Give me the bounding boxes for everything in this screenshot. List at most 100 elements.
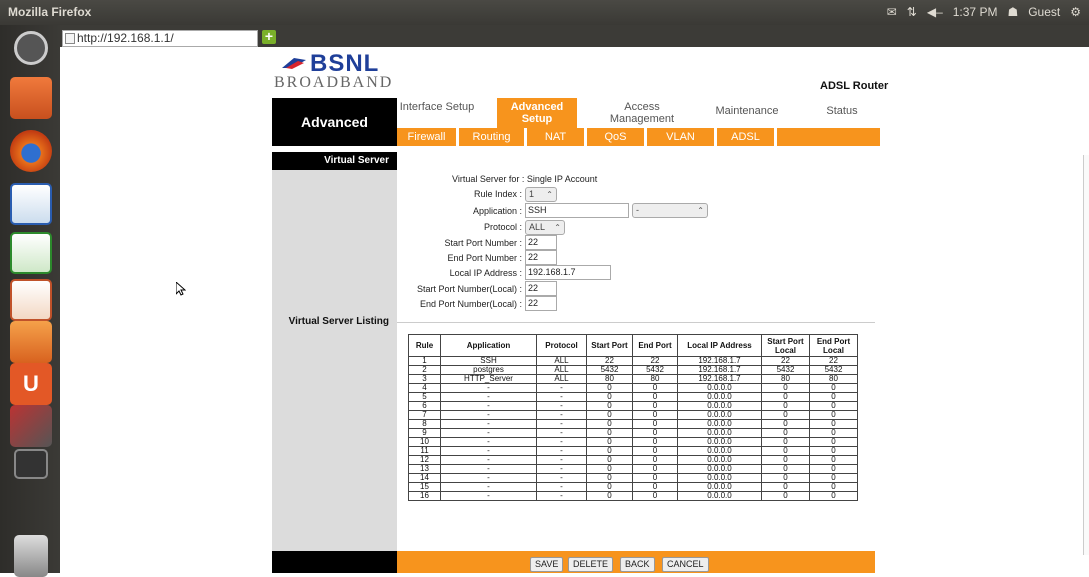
start-local-label: Start Port Number(Local) : bbox=[416, 284, 522, 294]
start-local-input[interactable]: 22 bbox=[525, 281, 557, 296]
table-row: 12- -0 0 0.0.0.0 0 0 bbox=[408, 455, 858, 465]
table-cell: - bbox=[440, 491, 537, 501]
table-row: 7- -0 0 0.0.0.0 0 0 bbox=[408, 410, 858, 420]
subtab-vlan[interactable]: VLAN bbox=[647, 128, 717, 146]
col-start-port-local: Start Port Local bbox=[761, 334, 810, 357]
col-rule: Rule bbox=[408, 334, 441, 357]
ubuntu-one-icon[interactable]: U bbox=[10, 363, 52, 405]
firefox-icon[interactable] bbox=[10, 130, 52, 172]
clock[interactable]: 1:37 PM bbox=[953, 5, 998, 19]
bsnl-swoosh-icon bbox=[282, 58, 306, 69]
col-end-port: End Port bbox=[632, 334, 678, 357]
table-cell: 16 bbox=[408, 491, 441, 501]
page-icon bbox=[65, 33, 75, 44]
workspace-switcher-icon[interactable] bbox=[14, 449, 48, 479]
application-input[interactable]: SSH bbox=[525, 203, 629, 218]
end-port-input[interactable]: 22 bbox=[525, 250, 557, 265]
tab-interface-setup[interactable]: Interface Setup bbox=[397, 98, 477, 128]
subtab-adsl[interactable]: ADSL bbox=[717, 128, 777, 146]
vs-for-row: Virtual Server for : Single IP Account bbox=[452, 174, 597, 184]
page-scrollbar[interactable] bbox=[1083, 155, 1089, 555]
protocol-select[interactable]: ALL ⌃ bbox=[525, 220, 565, 235]
sub-tabs: Firewall Routing NAT QoS VLAN ADSL bbox=[397, 128, 880, 146]
volume-icon[interactable]: ◀– bbox=[927, 5, 943, 19]
application-label: Application : bbox=[472, 206, 522, 216]
end-local-label: End Port Number(Local) : bbox=[419, 299, 522, 309]
main-tabs: Interface Setup Advanced Setup Access Ma… bbox=[397, 98, 880, 128]
browser-tab[interactable]: http://192.168.1.1/ bbox=[62, 30, 258, 47]
bsnl-logo: BSNL BROADBAND bbox=[272, 50, 402, 95]
software-center-icon[interactable] bbox=[10, 321, 52, 363]
user-name[interactable]: Guest bbox=[1028, 5, 1060, 19]
network-icon[interactable]: ⇅ bbox=[907, 5, 917, 19]
trash-icon[interactable] bbox=[14, 535, 48, 577]
tab-maintenance[interactable]: Maintenance bbox=[697, 98, 797, 128]
table-row: 4- -0 0 0.0.0.0 0 0 bbox=[408, 383, 858, 393]
calc-icon[interactable] bbox=[10, 232, 52, 274]
dash-home-icon[interactable] bbox=[14, 31, 48, 65]
virtual-server-heading: Virtual Server bbox=[272, 152, 397, 170]
back-button[interactable]: BACK bbox=[620, 557, 655, 572]
new-tab-button[interactable]: + bbox=[262, 29, 276, 44]
brand-bottom: BROADBAND bbox=[274, 74, 394, 91]
save-button[interactable]: SAVE bbox=[530, 557, 564, 572]
subtab-nat[interactable]: NAT bbox=[527, 128, 587, 146]
section-divider bbox=[397, 322, 875, 323]
section-title: Advanced bbox=[272, 98, 397, 146]
col-start-port: Start Port bbox=[586, 334, 633, 357]
table-row: 3 HTTP_Server ALL 80 80 192.168.1.7 80 80 bbox=[408, 374, 858, 384]
end-port-label: End Port Number : bbox=[447, 253, 522, 263]
table-row: 15- -0 0 0.0.0.0 0 0 bbox=[408, 482, 858, 492]
vs-for-label: Virtual Server for : bbox=[452, 174, 525, 184]
end-local-input[interactable]: 22 bbox=[525, 296, 557, 311]
tab-status[interactable]: Status bbox=[812, 98, 872, 128]
table-row: 10- -0 0 0.0.0.0 0 0 bbox=[408, 437, 858, 447]
tab-access-management[interactable]: Access Management bbox=[597, 98, 687, 128]
stepper-icon: ⌃ bbox=[554, 223, 561, 232]
model-label: ADSL Router bbox=[820, 80, 889, 92]
impress-icon[interactable] bbox=[10, 279, 52, 321]
table-cell: 0.0.0.0 bbox=[677, 491, 762, 501]
col-protocol: Protocol bbox=[536, 334, 587, 357]
virtual-server-table: Rule Application Protocol Start Port End… bbox=[408, 334, 858, 501]
col-end-port-local: End Port Local bbox=[809, 334, 858, 357]
table-row: 6- -0 0 0.0.0.0 0 0 bbox=[408, 401, 858, 411]
writer-icon[interactable] bbox=[10, 183, 52, 225]
table-row: 11- -0 0 0.0.0.0 0 0 bbox=[408, 446, 858, 456]
table-header-row: Rule Application Protocol Start Port End… bbox=[408, 334, 858, 357]
rule-index-select[interactable]: 1 ⌃ bbox=[525, 187, 557, 202]
gear-icon[interactable]: ⚙ bbox=[1070, 5, 1081, 19]
system-tray: ✉ ⇅ ◀– 1:37 PM ☗ Guest ⚙ bbox=[887, 5, 1081, 19]
table-cell: 0 bbox=[632, 491, 678, 501]
mouse-cursor-icon bbox=[176, 282, 186, 296]
window-title: Mozilla Firefox bbox=[8, 5, 92, 19]
cancel-button[interactable]: CANCEL bbox=[662, 557, 709, 572]
delete-button[interactable]: DELETE bbox=[568, 557, 614, 572]
table-row: 14- -0 0 0.0.0.0 0 0 bbox=[408, 473, 858, 483]
table-row: 16- -0 0 0.0.0.0 0 0 bbox=[408, 491, 858, 501]
launcher: U bbox=[0, 25, 60, 577]
local-ip-label: Local IP Address : bbox=[449, 268, 522, 278]
table-cell: 0 bbox=[761, 491, 810, 501]
stepper-icon: ⌃ bbox=[546, 190, 553, 199]
start-port-input[interactable]: 22 bbox=[525, 235, 557, 250]
col-application: Application bbox=[440, 334, 537, 357]
footer-left bbox=[272, 551, 397, 573]
application-preset-select[interactable]: - ⌃ bbox=[632, 203, 708, 218]
local-ip-input[interactable]: 192.168.1.7 bbox=[525, 265, 611, 280]
table-row: 5- -0 0 0.0.0.0 0 0 bbox=[408, 392, 858, 402]
protocol-label: Protocol : bbox=[483, 222, 522, 232]
subtab-qos[interactable]: QoS bbox=[587, 128, 647, 146]
mail-icon[interactable]: ✉ bbox=[887, 5, 897, 19]
user-icon[interactable]: ☗ bbox=[1007, 5, 1018, 19]
start-port-label: Start Port Number : bbox=[444, 238, 522, 248]
subtab-firewall[interactable]: Firewall bbox=[397, 128, 459, 146]
system-settings-icon[interactable] bbox=[10, 405, 52, 447]
subtab-routing[interactable]: Routing bbox=[459, 128, 527, 146]
table-cell: - bbox=[536, 491, 587, 501]
rule-index-label: Rule Index : bbox=[473, 189, 522, 199]
os-top-bar: Mozilla Firefox ✉ ⇅ ◀– 1:37 PM ☗ Guest ⚙ bbox=[0, 0, 1089, 25]
table-cell: 0 bbox=[809, 491, 858, 501]
tab-advanced-setup[interactable]: Advanced Setup bbox=[497, 98, 577, 128]
files-icon[interactable] bbox=[10, 77, 52, 119]
